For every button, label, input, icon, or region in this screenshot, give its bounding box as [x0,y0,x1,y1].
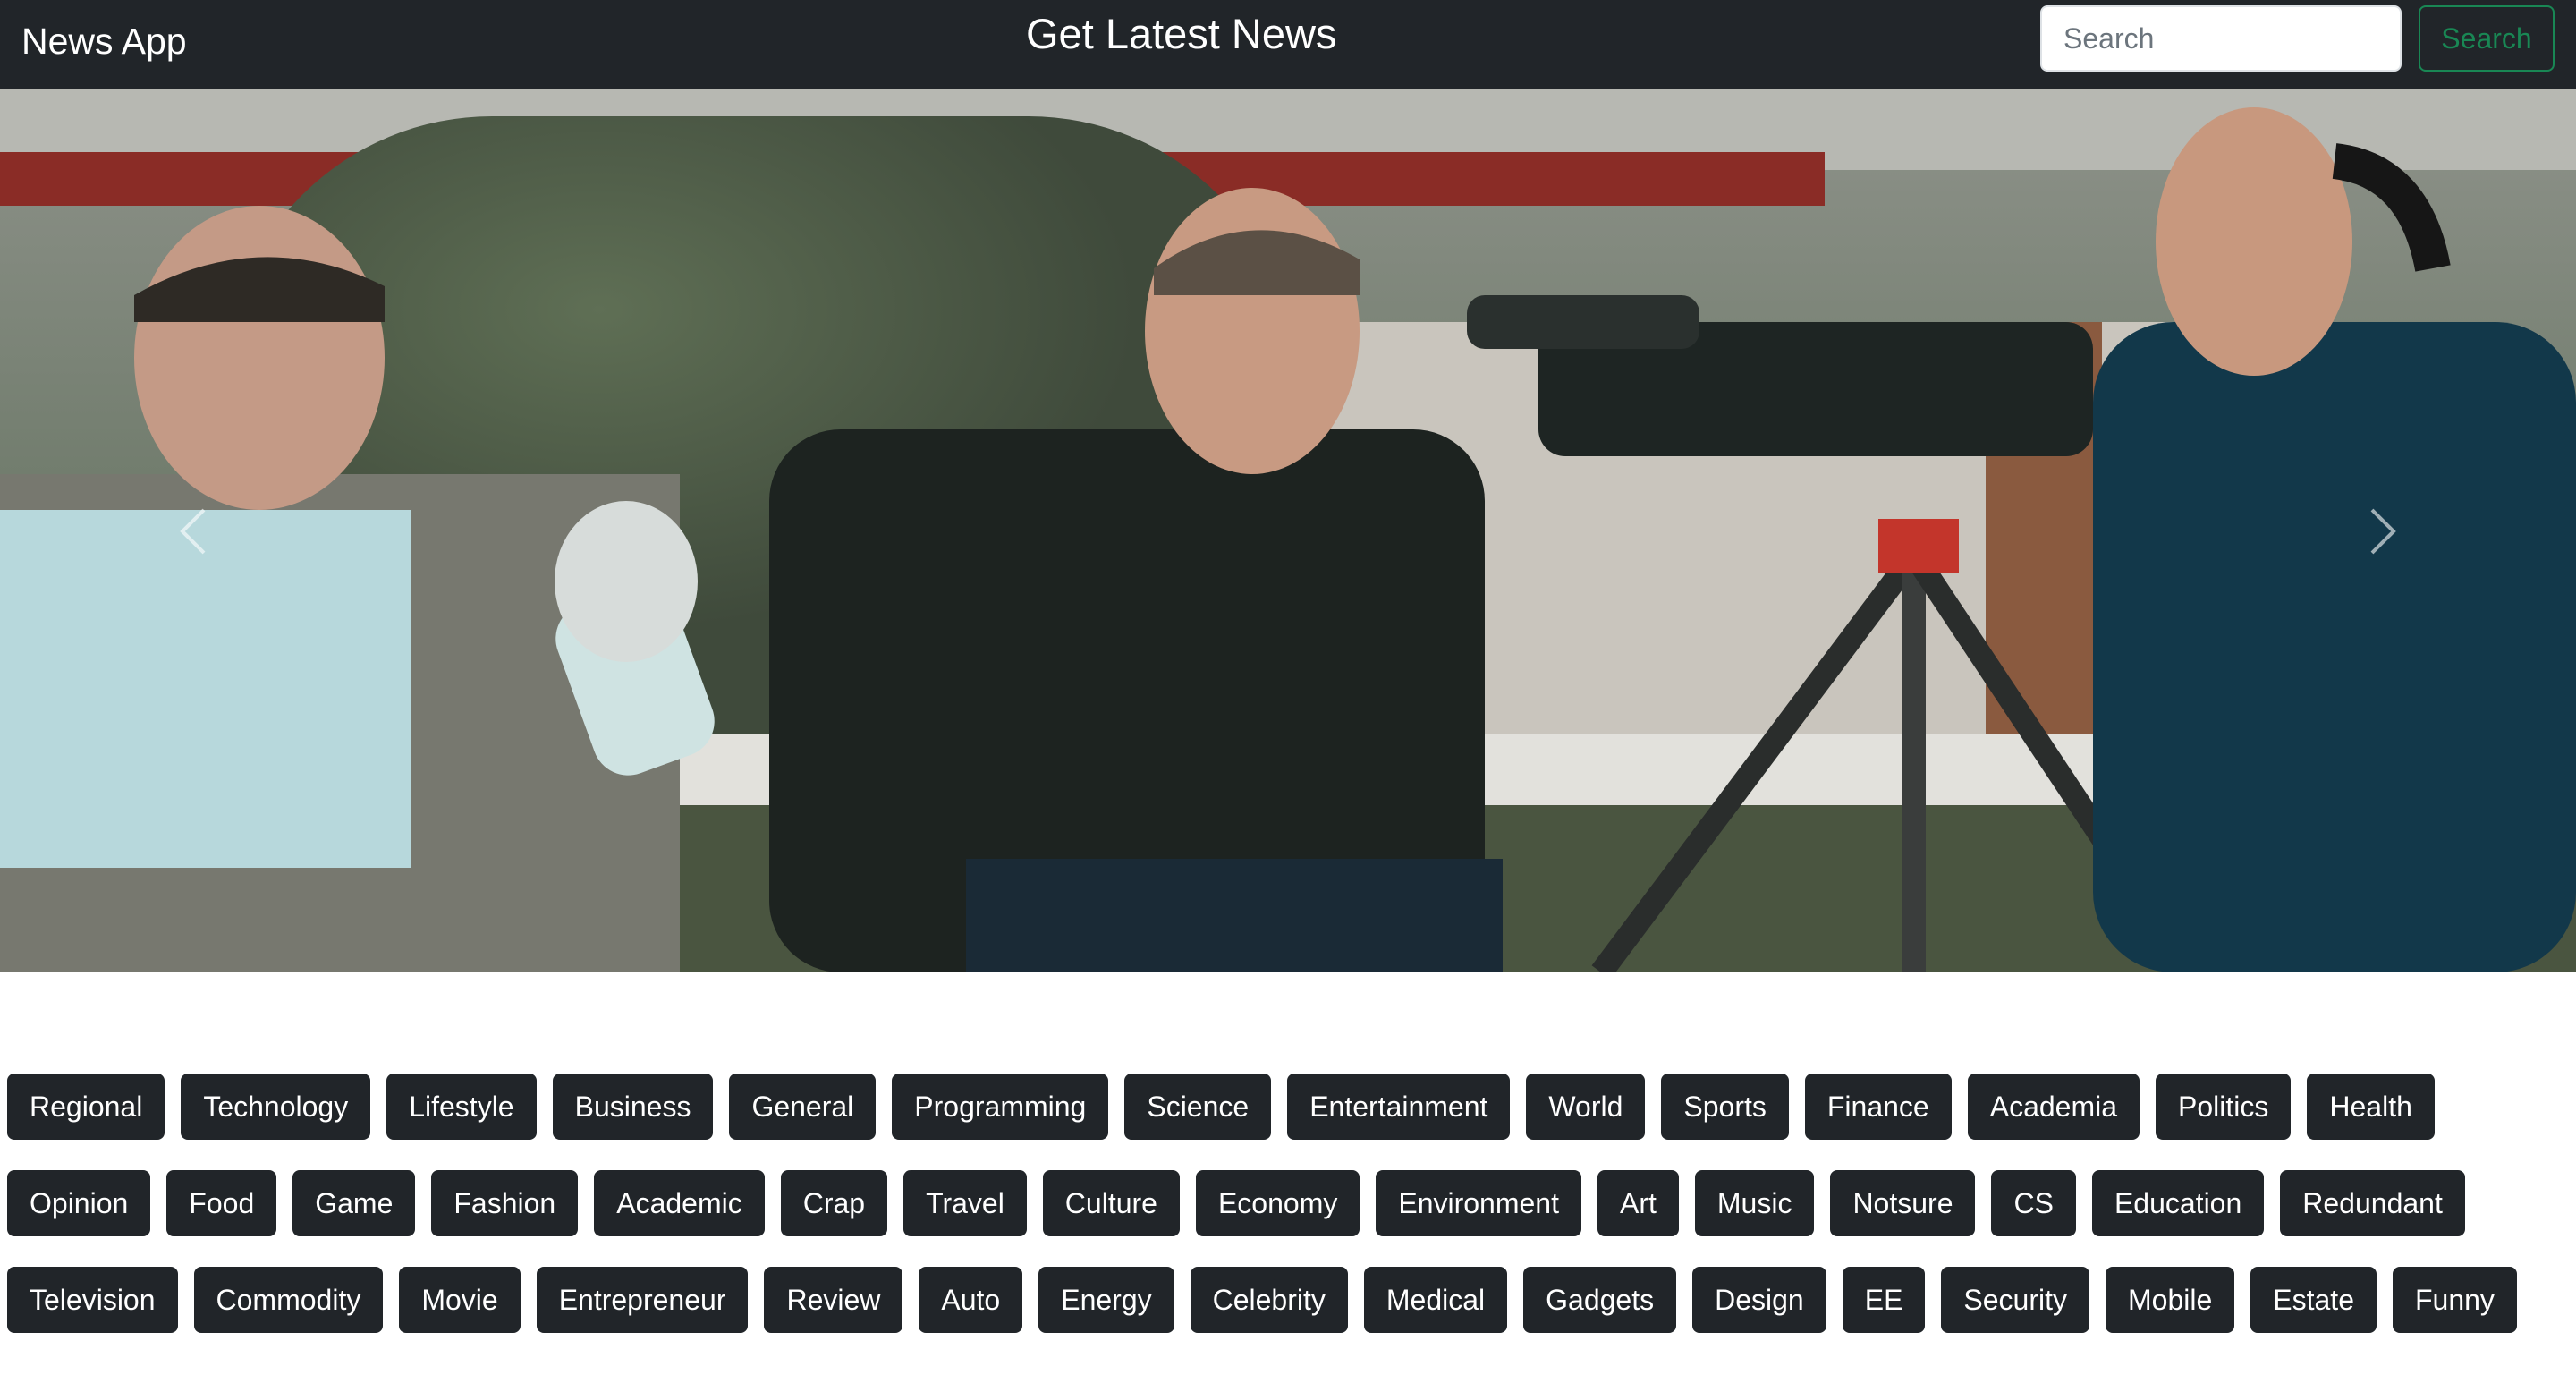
category-button[interactable]: Environment [1376,1170,1581,1236]
category-button[interactable]: Crap [780,1170,888,1236]
category-button[interactable]: Lifestyle [386,1074,537,1140]
category-button[interactable]: Health [2307,1074,2435,1140]
category-button[interactable]: Academia [1967,1074,2140,1140]
category-button[interactable]: Funny [2392,1267,2517,1333]
category-row-3: Television Commodity Movie Entrepreneur Revi… [7,1267,2517,1333]
category-button[interactable]: Redundant [2280,1170,2465,1236]
category-button[interactable]: EE [1842,1267,1926,1333]
category-button[interactable]: Estate [2250,1267,2377,1333]
carousel-next-button[interactable] [2190,89,2576,972]
category-button[interactable]: Game [292,1170,416,1236]
category-button[interactable]: Economy [1195,1170,1360,1236]
category-button[interactable]: Entrepreneur [536,1267,749,1333]
category-button[interactable]: Finance [1804,1074,1952,1140]
chevron-right-icon [2370,508,2396,554]
category-button[interactable]: Science [1124,1074,1272,1140]
search-input[interactable] [2040,5,2402,72]
category-button[interactable]: Security [1941,1267,2089,1333]
brand-link[interactable]: News App [21,20,187,63]
category-button[interactable]: Review [764,1267,903,1333]
page-headline: Get Latest News [1026,10,1337,57]
category-button[interactable]: Energy [1038,1267,1174,1333]
category-button[interactable]: Fashion [431,1170,579,1236]
category-button[interactable]: Medical [1363,1267,1508,1333]
category-button[interactable]: Programming [892,1074,1109,1140]
category-row-1: Regional Technology Lifestyle Business Gener… [7,1074,2435,1140]
category-button[interactable]: Technology [181,1074,371,1140]
category-button[interactable]: Mobile [2106,1267,2235,1333]
category-button[interactable]: Movie [399,1267,521,1333]
category-button[interactable]: Education [2091,1170,2265,1236]
category-button[interactable]: Television [7,1267,178,1333]
category-button[interactable]: World [1526,1074,1646,1140]
category-button[interactable]: Celebrity [1190,1267,1348,1333]
category-button[interactable]: Design [1692,1267,1826,1333]
category-button[interactable]: Travel [903,1170,1027,1236]
category-button[interactable]: Opinion [7,1170,151,1236]
category-button[interactable]: CS [1991,1170,2076,1236]
category-button[interactable]: Culture [1042,1170,1180,1236]
category-button[interactable]: Sports [1661,1074,1789,1140]
category-button[interactable]: Business [552,1074,714,1140]
chevron-left-icon [180,508,206,554]
category-button[interactable]: Commodity [193,1267,384,1333]
category-button[interactable]: Academic [594,1170,765,1236]
category-button[interactable]: Food [166,1170,277,1236]
category-button[interactable]: Regional [7,1074,165,1140]
category-row-2: Opinion Food Game Fashion Academic Crap Travel… [7,1170,2465,1236]
category-button[interactable]: General [729,1074,877,1140]
search-button[interactable]: Search [2419,5,2555,72]
category-button[interactable]: Gadgets [1523,1267,1677,1333]
category-button[interactable]: Notsure [1830,1170,1976,1236]
category-button[interactable]: Entertainment [1287,1074,1511,1140]
category-button[interactable]: Auto [919,1267,1023,1333]
carousel-prev-button[interactable] [0,89,386,972]
category-button[interactable]: Politics [2156,1074,2292,1140]
news-carousel [0,89,2576,972]
category-button[interactable]: Art [1597,1170,1679,1236]
top-navbar: News App Get Latest News Search [0,0,2576,89]
category-button[interactable]: Music [1694,1170,1815,1236]
